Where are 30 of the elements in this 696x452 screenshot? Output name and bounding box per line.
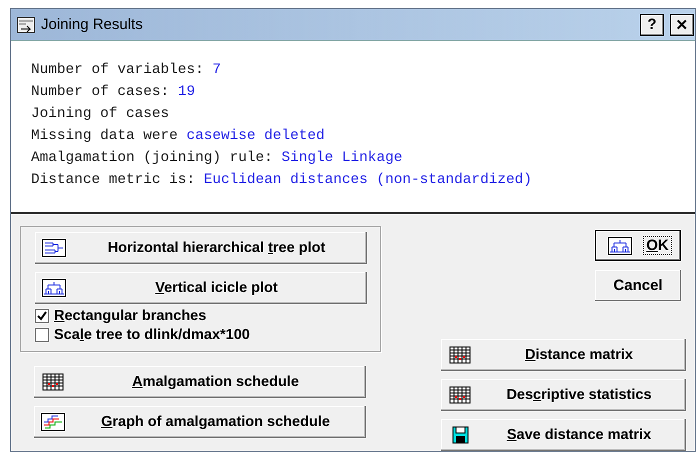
checkbox-option[interactable]: Scale tree to dlink/dmax*100 — [35, 327, 380, 343]
vertical-tree-icon — [608, 236, 632, 254]
plot-button[interactable]: Horizontal hierarchical tree plot — [35, 232, 367, 264]
summary-line: Amalgamation (joining) rule: Single Linkage — [31, 149, 404, 168]
ok-button[interactable]: OK — [595, 230, 681, 261]
summary-line: Distance metric is: Euclidean distances (non-standardized) — [31, 171, 533, 190]
checkbox[interactable] — [35, 328, 49, 342]
checkbox-option[interactable]: Rectangular branches — [35, 308, 380, 324]
grid-icon — [41, 373, 65, 391]
close-button[interactable]: ✕ — [670, 14, 694, 36]
summary-line: Number of cases: 19 — [31, 83, 196, 102]
step-graph-icon — [41, 413, 65, 431]
horizontal-tree-icon — [42, 239, 66, 257]
schedule-button[interactable]: Amalgamation schedule — [34, 366, 366, 398]
app-icon — [17, 16, 35, 32]
matrix-button[interactable]: Descriptive statistics — [441, 379, 686, 411]
vertical-tree-icon — [42, 279, 66, 297]
grid-icon — [448, 346, 472, 364]
matrix-button[interactable]: Distance matrix — [441, 339, 686, 371]
window-title: Joining Results — [41, 16, 144, 33]
plot-button[interactable]: Vertical icicle plot — [35, 272, 367, 304]
matrix-button[interactable]: Save distance matrix — [441, 419, 686, 451]
summary-line: Joining of cases — [31, 105, 170, 124]
schedule-button[interactable]: Graph of amalgamation schedule — [34, 406, 366, 438]
cancel-button[interactable]: Cancel — [595, 270, 681, 301]
summary-line: Number of variables: 7 — [31, 61, 222, 80]
grid-icon — [448, 386, 472, 404]
summary-line: Missing data were casewise deleted — [31, 127, 326, 146]
help-button[interactable]: ? — [640, 14, 664, 36]
checkbox[interactable] — [35, 309, 49, 323]
